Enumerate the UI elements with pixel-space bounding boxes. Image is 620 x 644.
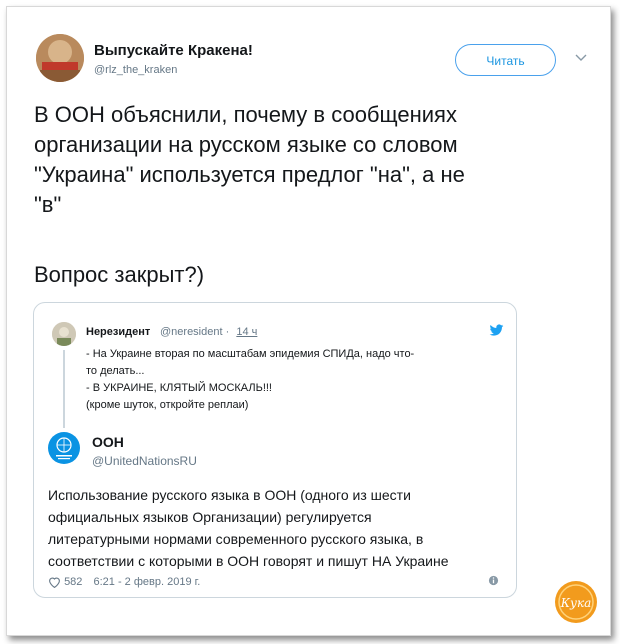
- quoted-avatar[interactable]: [52, 322, 76, 346]
- tweet-line: "в": [34, 192, 62, 217]
- quoted-line: - На Украине вторая по масштабам эпидеми…: [86, 348, 415, 360]
- quoted-text: - На Украине вторая по масштабам эпидеми…: [86, 346, 506, 414]
- thread-line: [63, 350, 65, 428]
- tweet-question: Вопрос закрыт?): [34, 262, 205, 287]
- quoted-line: то делать...: [86, 365, 145, 377]
- reply-line: литературными нормами современного русск…: [48, 531, 424, 547]
- tweet-line: В ООН объяснили, почему в сообщениях: [34, 102, 457, 127]
- reply-line: соответствии с которыми в ООН говорят и …: [48, 553, 449, 569]
- author-name[interactable]: Выпускайте Кракена!: [94, 42, 253, 59]
- reply-handle[interactable]: @UnitedNationsRU: [92, 454, 197, 468]
- reply-line: Использование русского языка в ООН (одно…: [48, 487, 411, 503]
- quoted-handle[interactable]: @neresident: [160, 326, 223, 338]
- like-count[interactable]: 582: [64, 576, 82, 588]
- chevron-down-icon[interactable]: [574, 50, 588, 64]
- info-icon[interactable]: [488, 575, 499, 586]
- quoted-line: - В УКРАИНЕ, КЛЯТЫЙ МОСКАЛЬ!!!: [86, 382, 272, 394]
- tweet-text: В ООН объяснили, почему в сообщениях орг…: [34, 100, 574, 220]
- author-avatar[interactable]: [36, 34, 84, 82]
- heart-icon[interactable]: [48, 576, 61, 589]
- reply-name[interactable]: ООН: [92, 434, 124, 450]
- reply-footer: 582 6:21 - 2 февр. 2019 г.: [48, 576, 200, 589]
- svg-text:Кука: Кука: [560, 596, 592, 610]
- reply-text: Использование русского языка в ООН (одно…: [48, 484, 508, 572]
- tweet-line: "Украина" используется предлог "на", а н…: [34, 162, 465, 187]
- tweet-line: организации на русском языке со словом: [34, 132, 458, 157]
- watermark-logo: Кука: [554, 580, 598, 624]
- reply-date[interactable]: 6:21 - 2 февр. 2019 г.: [93, 576, 200, 588]
- author-handle[interactable]: @rlz_the_kraken: [94, 64, 177, 76]
- quoted-time[interactable]: 14 ч: [236, 326, 257, 338]
- un-logo[interactable]: [48, 432, 80, 464]
- twitter-bird-icon[interactable]: [489, 324, 504, 337]
- quoted-line: (кроме шуток, откройте реплаи): [86, 399, 249, 411]
- follow-button[interactable]: Читать: [455, 44, 556, 76]
- quoted-meta: @neresident · 14 ч: [160, 326, 258, 338]
- quoted-name[interactable]: Нерезидент: [86, 326, 150, 338]
- reply-line: официальных языков Организации) регулиру…: [48, 509, 372, 525]
